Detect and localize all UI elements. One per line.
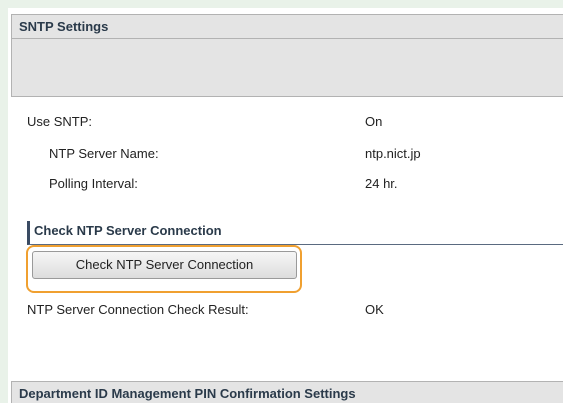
sntp-settings-header: SNTP Settings — [11, 14, 563, 39]
polling-interval-value: 24 hr. — [365, 176, 398, 191]
ntp-server-name-row: NTP Server Name: ntp.nict.jp — [8, 144, 563, 164]
settings-panel: SNTP Settings Use SNTP: On NTP Server Na… — [8, 8, 563, 403]
check-ntp-section-title: Check NTP Server Connection — [27, 221, 563, 245]
department-id-pin-header: Department ID Management PIN Confirmatio… — [11, 381, 563, 403]
polling-interval-row: Polling Interval: 24 hr. — [8, 174, 563, 194]
use-sntp-value: On — [365, 114, 383, 129]
connection-result-row: NTP Server Connection Check Result: OK — [8, 300, 563, 320]
ntp-server-name-label: NTP Server Name: — [49, 146, 159, 161]
check-ntp-connection-button[interactable]: Check NTP Server Connection — [32, 251, 297, 279]
sntp-header-band — [11, 39, 563, 97]
use-sntp-label: Use SNTP: — [27, 114, 93, 129]
connection-result-value: OK — [365, 302, 384, 317]
ntp-server-name-value: ntp.nict.jp — [365, 146, 421, 161]
polling-interval-label: Polling Interval: — [49, 176, 138, 191]
connection-result-label: NTP Server Connection Check Result: — [27, 302, 249, 317]
use-sntp-row: Use SNTP: On — [8, 112, 563, 132]
